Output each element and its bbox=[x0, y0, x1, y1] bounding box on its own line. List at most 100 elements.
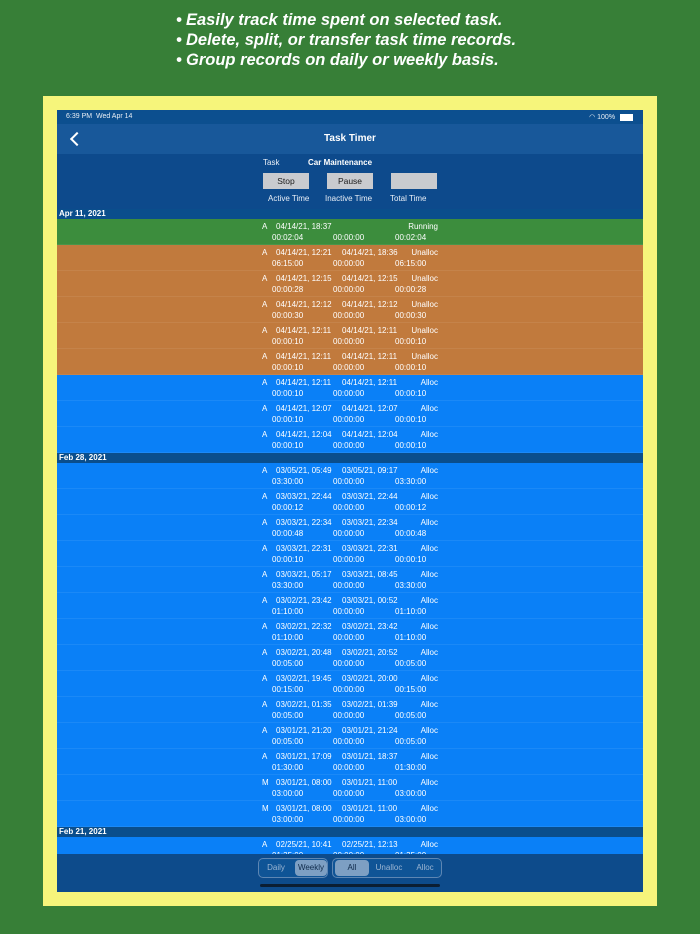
record-start: 03/02/21, 01:35 bbox=[276, 700, 332, 709]
record-total-time: 03:30:00 bbox=[395, 581, 427, 590]
battery-icon bbox=[620, 113, 633, 121]
time-record-row[interactable]: A 04/14/21, 12:12 04/14/21, 12:12 Unalloc 00… bbox=[57, 297, 643, 323]
time-record-row[interactable]: A 03/03/21, 22:34 03/03/21, 22:34 Alloc 00:0… bbox=[57, 515, 643, 541]
time-record-row[interactable]: A 04/14/21, 12:11 04/14/21, 12:11 Unalloc 00… bbox=[57, 349, 643, 375]
record-start: 04/14/21, 12:21 bbox=[276, 248, 332, 257]
grouping-segmented-control[interactable]: Daily Weekly bbox=[258, 858, 328, 878]
time-record-row[interactable]: A 03/02/21, 20:48 03/02/21, 20:52 Alloc 00:0… bbox=[57, 645, 643, 671]
time-record-row[interactable]: A 03/02/21, 22:32 03/02/21, 23:42 Alloc 01:1… bbox=[57, 619, 643, 645]
record-type: A bbox=[262, 648, 268, 657]
time-record-row[interactable]: A 04/14/21, 12:04 04/14/21, 12:04 Alloc 00:0… bbox=[57, 427, 643, 453]
records-list[interactable]: Apr 11, 2021 A 04/14/21, 18:37 Running 00:02… bbox=[57, 209, 643, 854]
record-inactive-time: 00:00:00 bbox=[333, 441, 365, 450]
record-type: M bbox=[262, 804, 269, 813]
record-inactive-time: 00:00:00 bbox=[333, 607, 365, 616]
time-record-row[interactable]: A 03/01/21, 21:20 03/01/21, 21:24 Alloc 00:0… bbox=[57, 723, 643, 749]
record-total-time: 00:00:10 bbox=[395, 441, 427, 450]
total-time-label: Total Time bbox=[390, 194, 427, 203]
promo-line: • Delete, split, or transfer task time re… bbox=[176, 31, 517, 49]
record-total-time: 03:00:00 bbox=[395, 815, 427, 824]
record-active-time: 00:05:00 bbox=[272, 711, 304, 720]
record-start: 03/03/21, 22:44 bbox=[276, 492, 332, 501]
record-end: 04/14/21, 12:07 bbox=[342, 404, 398, 413]
time-record-row[interactable]: A 04/14/21, 18:37 Running 00:02:04 00:00:00 0… bbox=[57, 219, 643, 245]
record-total-time: 00:15:00 bbox=[395, 685, 427, 694]
record-total-time: 00:00:10 bbox=[395, 363, 427, 372]
record-inactive-time: 00:00:00 bbox=[333, 555, 365, 564]
record-start: 03/03/21, 05:17 bbox=[276, 570, 332, 579]
record-type: A bbox=[262, 622, 268, 631]
record-start: 04/14/21, 12:11 bbox=[276, 352, 332, 361]
record-status: Unalloc bbox=[411, 352, 438, 361]
time-record-row[interactable]: A 03/02/21, 01:35 03/02/21, 01:39 Alloc 00:0… bbox=[57, 697, 643, 723]
record-start: 03/01/21, 21:20 bbox=[276, 726, 332, 735]
record-type: A bbox=[262, 596, 268, 605]
time-record-row[interactable]: M 03/01/21, 08:00 03/01/21, 11:00 Alloc 03:0… bbox=[57, 801, 643, 827]
record-status: Alloc bbox=[420, 518, 438, 527]
record-start: 03/02/21, 20:48 bbox=[276, 648, 332, 657]
time-record-row[interactable]: A 04/14/21, 12:15 04/14/21, 12:15 Unalloc 00… bbox=[57, 271, 643, 297]
record-status: Alloc bbox=[420, 596, 438, 605]
record-status: Unalloc bbox=[411, 274, 438, 283]
record-end: 04/14/21, 12:15 bbox=[342, 274, 398, 283]
time-record-row[interactable]: A 03/03/21, 22:31 03/03/21, 22:31 Alloc 00:0… bbox=[57, 541, 643, 567]
filter-option-alloc[interactable]: Alloc bbox=[409, 860, 441, 876]
record-status: Alloc bbox=[420, 752, 438, 761]
time-record-row[interactable]: M 03/01/21, 08:00 03/01/21, 11:00 Alloc 03:0… bbox=[57, 775, 643, 801]
record-start: 04/14/21, 12:11 bbox=[276, 326, 332, 335]
pause-button[interactable]: Pause bbox=[327, 173, 373, 189]
grouping-option-weekly[interactable]: Weekly bbox=[295, 860, 327, 876]
record-type: A bbox=[262, 222, 268, 231]
record-type: A bbox=[262, 518, 268, 527]
page-title: Task Timer bbox=[324, 133, 376, 144]
record-status: Alloc bbox=[420, 430, 438, 439]
grouping-option-daily[interactable]: Daily bbox=[261, 860, 291, 876]
record-status: Unalloc bbox=[411, 248, 438, 257]
record-total-time: 03:00:00 bbox=[395, 789, 427, 798]
nav-bar: Task Timer bbox=[57, 124, 643, 154]
timer-controls: Task Car Maintenance Stop Pause Active T… bbox=[57, 154, 643, 209]
time-record-row[interactable]: A 03/03/21, 22:44 03/03/21, 22:44 Alloc 00:0… bbox=[57, 489, 643, 515]
task-name[interactable]: Car Maintenance bbox=[308, 158, 372, 167]
time-record-row[interactable]: A 03/05/21, 05:49 03/05/21, 09:17 Alloc 03:3… bbox=[57, 463, 643, 489]
time-record-row[interactable]: A 04/14/21, 12:11 04/14/21, 12:11 Alloc 00:0… bbox=[57, 375, 643, 401]
time-record-row[interactable]: A 03/02/21, 23:42 03/03/21, 00:52 Alloc 01:1… bbox=[57, 593, 643, 619]
time-record-row[interactable]: A 03/03/21, 05:17 03/03/21, 08:45 Alloc 03:3… bbox=[57, 567, 643, 593]
time-record-row[interactable]: A 04/14/21, 12:11 04/14/21, 12:11 Unalloc 00… bbox=[57, 323, 643, 349]
record-start: 03/01/21, 17:09 bbox=[276, 752, 332, 761]
time-record-row[interactable]: A 04/14/21, 12:07 04/14/21, 12:07 Alloc 00:0… bbox=[57, 401, 643, 427]
record-inactive-time: 00:00:00 bbox=[333, 337, 365, 346]
total-time-field bbox=[391, 173, 437, 189]
record-total-time: 00:05:00 bbox=[395, 659, 427, 668]
record-start: 03/03/21, 22:31 bbox=[276, 544, 332, 553]
active-time-label: Active Time bbox=[268, 194, 310, 203]
record-start: 04/14/21, 12:04 bbox=[276, 430, 332, 439]
time-record-row[interactable]: A 04/14/21, 12:21 04/14/21, 18:36 Unalloc 06… bbox=[57, 245, 643, 271]
record-type: A bbox=[262, 326, 268, 335]
record-status: Alloc bbox=[420, 726, 438, 735]
record-active-time: 01:10:00 bbox=[272, 607, 304, 616]
record-type: A bbox=[262, 378, 268, 387]
filter-option-all[interactable]: All bbox=[335, 860, 369, 876]
record-type: A bbox=[262, 300, 268, 309]
time-record-row[interactable]: A 03/02/21, 19:45 03/02/21, 20:00 Alloc 00:1… bbox=[57, 671, 643, 697]
time-record-row[interactable]: A 03/01/21, 17:09 03/01/21, 18:37 Alloc 01:3… bbox=[57, 749, 643, 775]
time-record-row[interactable]: A02/25/21, 10:4102/25/21, 12:13Alloc01:3… bbox=[57, 837, 643, 854]
bottom-toolbar: Daily Weekly All Unalloc Alloc bbox=[57, 854, 643, 892]
filter-option-unalloc[interactable]: Unalloc bbox=[371, 860, 407, 876]
record-end: 03/01/21, 11:00 bbox=[342, 778, 398, 787]
record-inactive-time: 00:00:00 bbox=[333, 503, 365, 512]
filter-segmented-control[interactable]: All Unalloc Alloc bbox=[332, 858, 442, 878]
record-inactive-time: 00:00:00 bbox=[333, 685, 365, 694]
record-total-time: 01:10:00 bbox=[395, 633, 427, 642]
record-total-time: 01:30:00 bbox=[395, 763, 427, 772]
stop-button[interactable]: Stop bbox=[263, 173, 309, 189]
record-end: 04/14/21, 12:04 bbox=[342, 430, 398, 439]
record-inactive-time: 00:00:00 bbox=[333, 711, 365, 720]
record-status: Alloc bbox=[420, 674, 438, 683]
record-type: A bbox=[262, 840, 268, 849]
record-total-time: 00:00:12 bbox=[395, 503, 427, 512]
record-active-time: 00:05:00 bbox=[272, 737, 304, 746]
record-start: 02/25/21, 10:41 bbox=[276, 840, 332, 849]
record-active-time: 00:02:04 bbox=[272, 233, 304, 242]
